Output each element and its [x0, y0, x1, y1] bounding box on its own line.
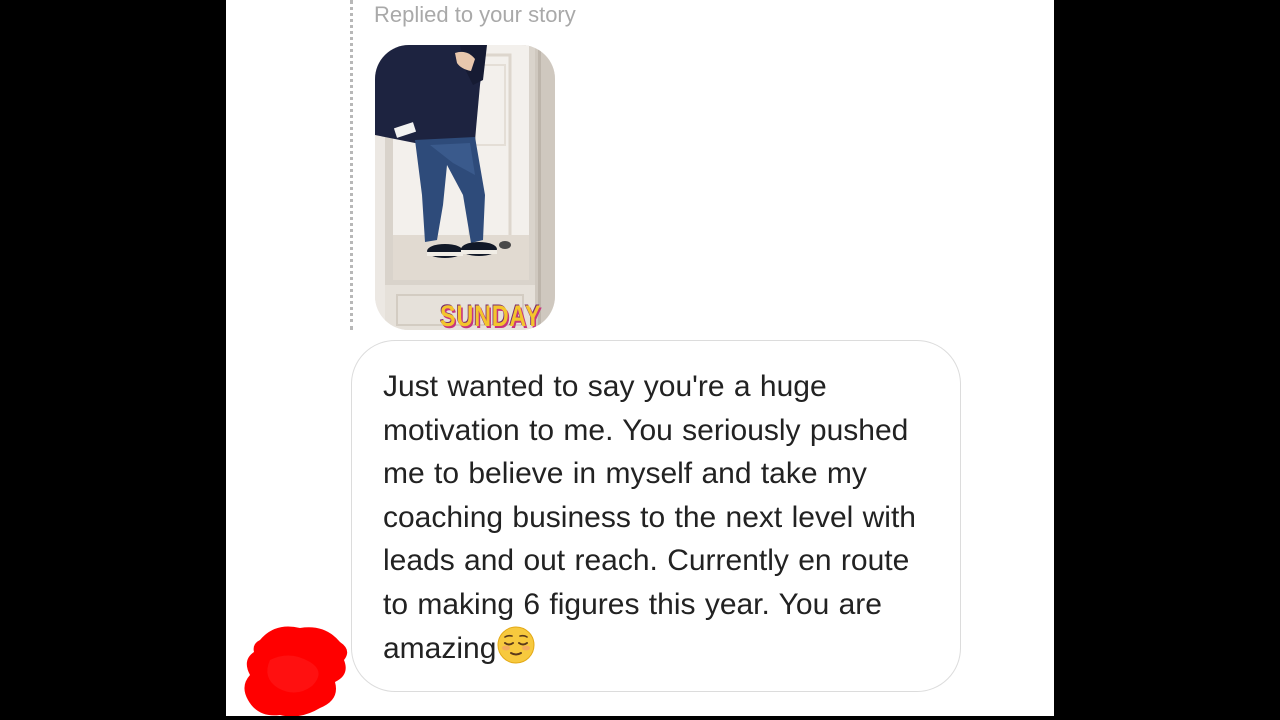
message-text-container: Just wanted to say you're a huge motivat… — [383, 365, 932, 677]
redacted-avatar — [240, 620, 355, 716]
story-photo — [375, 45, 555, 330]
story-sticker-text: SUNDAY — [440, 300, 542, 330]
story-thumbnail[interactable]: SUNDAY — [375, 45, 555, 330]
dm-thread-screen: Replied to your story SUNDAY Just wanted… — [226, 0, 1054, 716]
message-bubble[interactable]: Just wanted to say you're a huge motivat… — [351, 340, 961, 692]
reply-thread-line — [350, 0, 353, 330]
message-text: Just wanted to say you're a huge motivat… — [383, 370, 916, 665]
reply-context-label: Replied to your story — [374, 2, 576, 27]
video-frame: Replied to your story SUNDAY Just wanted… — [0, 0, 1280, 720]
relieved-face-emoji-icon — [497, 626, 535, 677]
